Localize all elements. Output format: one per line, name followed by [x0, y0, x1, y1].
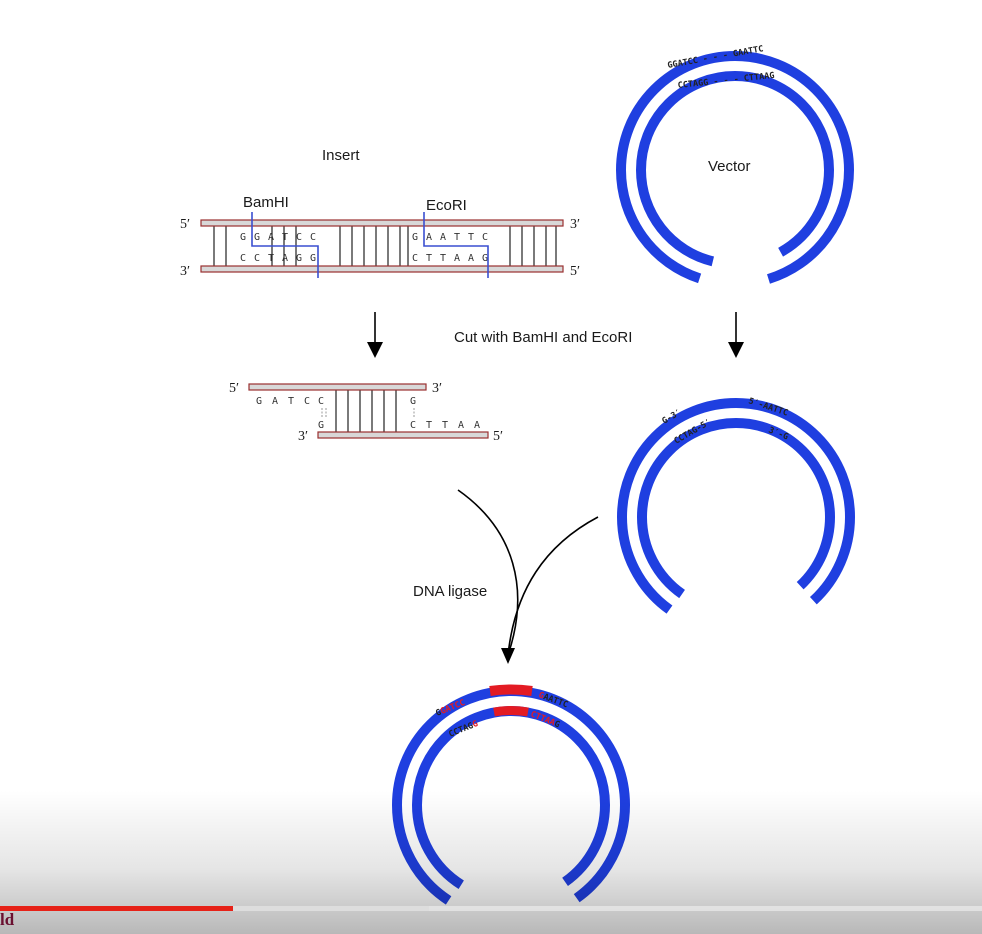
product-outer-left: GGATCC — [434, 698, 466, 719]
base: A — [268, 232, 274, 243]
cut-insert-bottom-3prime: 3′ — [298, 429, 308, 444]
ligation-arrowhead — [501, 648, 515, 664]
base: A — [458, 420, 464, 431]
base: C — [318, 396, 324, 407]
base: T — [282, 232, 288, 243]
insert-bottom-strand — [200, 265, 564, 273]
base: G — [318, 420, 324, 431]
cut-insert-bottom-5prime: 5′ — [493, 429, 503, 444]
cut-label: Cut with BamHI and EcoRI — [454, 329, 632, 346]
base: G — [296, 253, 302, 264]
base: A — [468, 253, 474, 264]
video-played-bar — [0, 906, 233, 911]
base: G — [256, 396, 262, 407]
video-progress-bar[interactable] — [0, 906, 982, 911]
base: C — [410, 420, 416, 431]
base: T — [440, 253, 446, 264]
base: G — [254, 232, 260, 243]
insert-top-strand — [200, 219, 564, 227]
cut-insert-bottom-strand — [317, 431, 489, 439]
product-insert-outer — [489, 684, 533, 696]
insert-dna: 5′ 3′ 3′ 5′ BamHI G G A T C C C C T A G … — [180, 194, 580, 279]
base: T — [426, 253, 432, 264]
insert-bottom-5prime: 5′ — [570, 264, 580, 279]
base: A — [474, 420, 480, 431]
base: T — [288, 396, 294, 407]
cut-insert: 5′ 3′ 3′ 5′ G A T C C G G C T T A A — [229, 381, 503, 444]
ligase-label: DNA ligase — [413, 583, 487, 600]
base: C — [412, 253, 418, 264]
base: C — [240, 253, 246, 264]
diagram-canvas: Insert 5′ 3′ 3′ 5′ BamHI G G A T C C C C… — [180, 44, 855, 924]
base: C — [482, 232, 488, 243]
base: G — [410, 396, 416, 407]
product-inner-ring — [412, 706, 610, 904]
base: G — [482, 253, 488, 264]
cut-vector-outer-ring — [617, 398, 855, 636]
insert-top-5prime: 5′ — [180, 217, 190, 232]
cut-vector-right-inner: 3′-G — [767, 426, 790, 443]
base: A — [454, 253, 460, 264]
cut-vector-inner-ring — [637, 418, 835, 616]
ligation-curve-insert — [457, 489, 519, 656]
cut-vector: G-3′ CCTAG-5′ 5′-AATTC 3′-G — [617, 396, 855, 636]
recombinant-plasmid: GGATCC GAATTC CCTAGG CTTAAG — [392, 684, 630, 924]
ligation-curve-vector — [507, 516, 599, 656]
base: C — [254, 253, 260, 264]
base: T — [442, 420, 448, 431]
video-controls-row — [0, 924, 982, 934]
vector-plasmid: GGATCC - - - GAATTC CCTAGG - - - CTTAAG … — [616, 44, 854, 289]
base: C — [304, 396, 310, 407]
cut-vector-right-outer: 5′-AATTC — [747, 396, 789, 418]
base: G — [240, 232, 246, 243]
base: G — [412, 232, 418, 243]
bamhi-label: BamHI — [243, 194, 289, 211]
base: A — [440, 232, 446, 243]
insert-bottom-3prime: 3′ — [180, 264, 190, 279]
ecori-label: EcoRI — [426, 197, 467, 214]
cut-insert-top-5prime: 5′ — [229, 381, 239, 396]
cut-insert-top-3prime: 3′ — [432, 381, 442, 396]
base: A — [282, 253, 288, 264]
base: A — [272, 396, 278, 407]
vector-label: Vector — [708, 158, 751, 175]
product-outer-right: GAATTC — [537, 690, 569, 710]
base: A — [426, 232, 432, 243]
base: T — [426, 420, 432, 431]
base: T — [454, 232, 460, 243]
insert-label: Insert — [322, 147, 360, 164]
base: T — [268, 253, 274, 264]
insert-top-3prime: 3′ — [570, 217, 580, 232]
base: C — [310, 232, 316, 243]
product-insert-inner — [493, 706, 529, 717]
base: T — [468, 232, 474, 243]
base: C — [296, 232, 302, 243]
base: G — [310, 253, 316, 264]
cut-insert-top-strand — [248, 383, 427, 391]
product-outer-ring — [392, 686, 630, 924]
